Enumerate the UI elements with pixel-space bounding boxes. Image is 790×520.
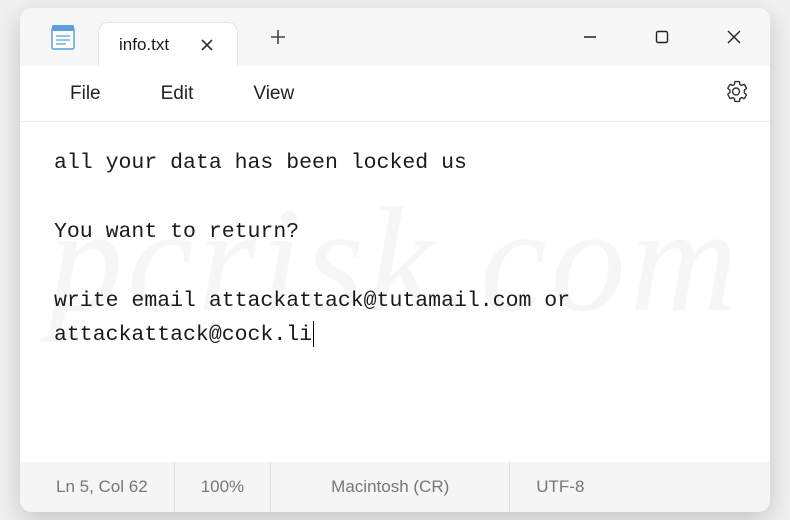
window-controls (554, 8, 770, 66)
tab-title: info.txt (119, 35, 169, 55)
menu-file[interactable]: File (40, 73, 131, 115)
settings-button[interactable] (724, 79, 748, 108)
gear-icon (724, 79, 748, 103)
status-encoding[interactable]: UTF-8 (510, 462, 610, 512)
status-position[interactable]: Ln 5, Col 62 (20, 462, 175, 512)
titlebar: info.txt (20, 8, 770, 66)
maximize-button[interactable] (626, 8, 698, 66)
menu-view[interactable]: View (223, 73, 324, 115)
file-tab[interactable]: info.txt (98, 22, 238, 66)
status-zoom[interactable]: 100% (175, 462, 271, 512)
minimize-button[interactable] (554, 8, 626, 66)
menubar: File Edit View (20, 66, 770, 122)
status-eol[interactable]: Macintosh (CR) (271, 462, 510, 512)
notepad-icon (48, 22, 78, 52)
menu-edit[interactable]: Edit (131, 73, 224, 115)
notepad-window: pcrisk.com info.txt (20, 8, 770, 512)
new-tab-button[interactable] (262, 21, 294, 53)
close-tab-icon[interactable] (197, 35, 217, 55)
text-line: You want to return? (54, 220, 299, 244)
text-cursor (313, 321, 314, 347)
statusbar: Ln 5, Col 62 100% Macintosh (CR) UTF-8 (20, 462, 770, 512)
text-line: write email attackattack@tutamail.com or… (54, 289, 583, 347)
text-line: all your data has been locked us (54, 151, 467, 175)
text-editor[interactable]: all your data has been locked us You wan… (20, 122, 770, 462)
close-window-button[interactable] (698, 8, 770, 66)
